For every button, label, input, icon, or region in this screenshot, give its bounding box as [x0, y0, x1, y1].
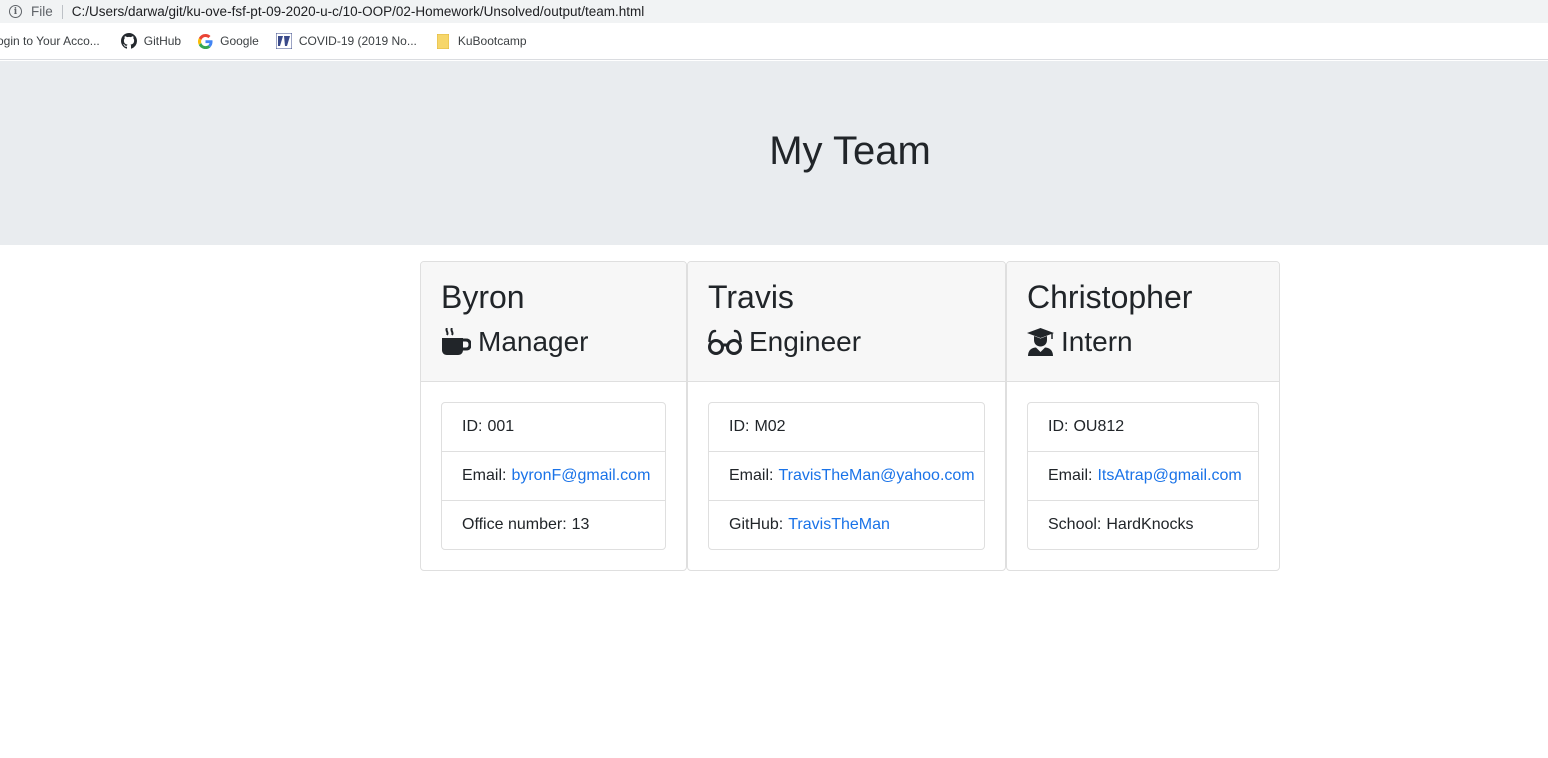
- list-item-id: ID: OU812: [1028, 403, 1258, 452]
- separator: [61, 4, 63, 19]
- bookmark-kubootcamp[interactable]: KuBootcamp: [434, 33, 527, 49]
- bookmark-label: Google: [220, 34, 259, 48]
- info-list: ID: 001 Email: byronF@gmail.com Office n…: [441, 402, 666, 550]
- card-header: Christopher Intern: [1007, 262, 1279, 382]
- list-item-id: ID: M02: [709, 403, 984, 452]
- employee-role: Manager: [441, 325, 666, 359]
- id-value: M02: [754, 418, 786, 435]
- bookmark-covid[interactable]: COVID-19 (2019 No...: [275, 33, 417, 49]
- bookmark-label: COVID-19 (2019 No...: [298, 34, 417, 48]
- google-icon: [198, 33, 213, 49]
- id-label: ID:: [729, 418, 750, 435]
- bookmark-label: KuBootcamp: [457, 34, 527, 48]
- card-body: ID: 001 Email: byronF@gmail.com Office n…: [421, 382, 686, 570]
- info-list: ID: M02 Email: TravisTheMan@yahoo.com Gi…: [708, 402, 985, 550]
- email-link[interactable]: ItsAtrap@gmail.com: [1097, 467, 1241, 485]
- email-label: Email:: [729, 467, 774, 484]
- list-item-school: School: HardKnocks: [1028, 501, 1258, 549]
- file-label: File: [31, 4, 53, 19]
- bookmark-label: GitHub: [143, 34, 182, 48]
- office-label: Office number:: [462, 516, 567, 533]
- role-label: Manager: [478, 326, 589, 357]
- employee-name: Byron: [441, 279, 525, 315]
- page-title: My Team: [769, 129, 931, 173]
- id-value: 001: [487, 418, 515, 435]
- covid-site-icon: [275, 33, 292, 49]
- id-value: OU812: [1073, 418, 1125, 435]
- school-value: HardKnocks: [1106, 516, 1194, 533]
- id-label: ID:: [462, 418, 483, 435]
- github-label: GitHub:: [729, 516, 784, 533]
- jumbotron: My Team: [0, 61, 1548, 245]
- id-label: ID:: [1048, 418, 1069, 435]
- list-item-office: Office number: 13: [442, 501, 665, 549]
- employee-name: Travis: [708, 279, 794, 315]
- glasses-icon: [708, 329, 742, 355]
- office-value: 13: [571, 516, 590, 533]
- email-link[interactable]: byronF@gmail.com: [511, 467, 650, 485]
- folder-icon: [436, 33, 449, 49]
- list-item-email: Email: TravisTheMan@yahoo.com: [709, 452, 984, 501]
- card-body: ID: OU812 Email: ItsAtrap@gmail.com Scho…: [1007, 382, 1279, 570]
- employee-card-engineer: Travis Engineer ID: M02 Email: TravisThe…: [687, 261, 1006, 571]
- employee-role: Engineer: [708, 325, 985, 359]
- bookmark-google[interactable]: Google: [198, 33, 259, 49]
- info-list: ID: OU812 Email: ItsAtrap@gmail.com Scho…: [1027, 402, 1259, 550]
- card-body: ID: M02 Email: TravisTheMan@yahoo.com Gi…: [688, 382, 1005, 570]
- info-icon[interactable]: i: [9, 5, 22, 18]
- bookmarks-bar: ogin to Your Acco... GitHub Google COVID…: [0, 23, 1548, 60]
- address-bar[interactable]: i File C:/Users/darwa/git/ku-ove-fsf-pt-…: [0, 0, 1548, 23]
- github-icon: [120, 33, 137, 49]
- email-label: Email:: [1048, 467, 1093, 484]
- bookmark-github[interactable]: GitHub: [120, 33, 182, 49]
- role-label: Engineer: [749, 326, 862, 357]
- employee-role: Intern: [1027, 325, 1259, 359]
- list-item-id: ID: 001: [442, 403, 665, 452]
- github-link[interactable]: TravisTheMan: [788, 516, 890, 534]
- employee-name: Christopher: [1027, 279, 1193, 315]
- role-label: Intern: [1061, 326, 1133, 357]
- employee-card-manager: Byron Manager ID: 001 Email: byronF@gmai…: [420, 261, 687, 571]
- mug-icon: [441, 328, 471, 356]
- bookmark-login[interactable]: ogin to Your Acco...: [0, 34, 100, 48]
- url-text[interactable]: C:/Users/darwa/git/ku-ove-fsf-pt-09-2020…: [72, 4, 644, 19]
- card-header: Travis Engineer: [688, 262, 1005, 382]
- list-item-email: Email: byronF@gmail.com: [442, 452, 665, 501]
- email-label: Email:: [462, 467, 507, 484]
- list-item-github: GitHub: TravisTheMan: [709, 501, 984, 549]
- graduate-icon: [1027, 328, 1054, 356]
- school-label: School:: [1048, 516, 1102, 533]
- bookmark-label: ogin to Your Acco...: [0, 34, 100, 48]
- email-link[interactable]: TravisTheMan@yahoo.com: [778, 467, 974, 485]
- list-item-email: Email: ItsAtrap@gmail.com: [1028, 452, 1258, 501]
- employee-card-intern: Christopher Intern ID: OU812 Email: ItsA…: [1006, 261, 1280, 571]
- card-header: Byron Manager: [421, 262, 686, 382]
